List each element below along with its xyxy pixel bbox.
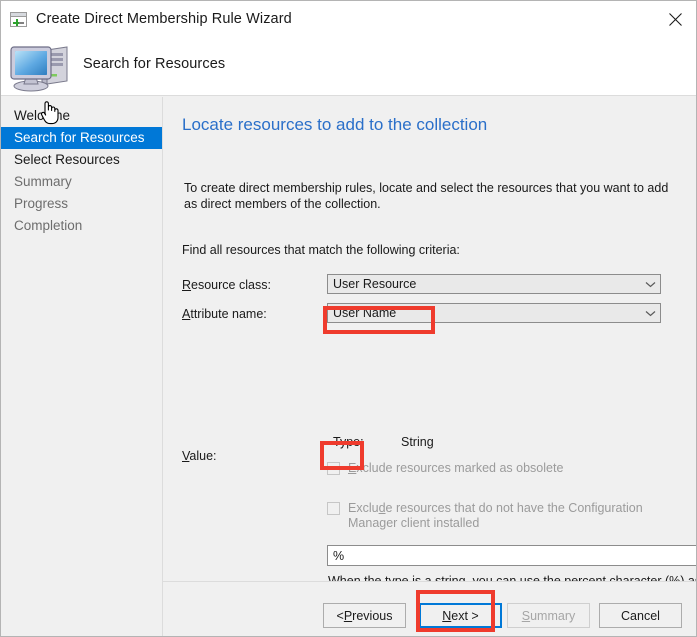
- exclude-obsolete-label: Exclude resources marked as obsolete: [348, 461, 563, 476]
- title-bar: Create Direct Membership Rule Wizard: [1, 1, 697, 37]
- page-title: Locate resources to add to the collectio…: [182, 115, 487, 135]
- summary-button: Summary: [507, 603, 590, 628]
- previous-button-prefix: <: [337, 609, 344, 623]
- sidebar-item-summary: Summary: [1, 171, 162, 193]
- exclude-no-client-label-text: e resources that do not have the Configu…: [348, 501, 643, 530]
- exclude-no-client-accesskey: d: [379, 501, 386, 515]
- attribute-name-label-text: ttribute name:: [190, 307, 266, 321]
- summary-button-accesskey: S: [522, 609, 530, 623]
- criteria-label: Find all resources that match the follow…: [182, 243, 460, 257]
- sidebar-item-label: Select Resources: [14, 152, 120, 167]
- exclude-no-client-label-pre: Exclu: [348, 501, 379, 515]
- header-title: Search for Resources: [83, 56, 225, 72]
- sidebar-item-label: Summary: [14, 174, 72, 189]
- exclude-no-client-checkbox-row: Exclude resources that do not have the C…: [327, 501, 647, 531]
- sidebar-item-select-resources[interactable]: Select Resources: [1, 149, 162, 171]
- window-title: Create Direct Membership Rule Wizard: [36, 11, 292, 27]
- type-value: String: [401, 435, 434, 449]
- resource-class-label: Resource class:: [182, 278, 271, 292]
- cancel-button-label: Cancel: [621, 609, 660, 623]
- value-label-text: alue:: [189, 449, 216, 463]
- previous-button-accesskey: P: [344, 609, 352, 623]
- next-button[interactable]: Next >: [419, 603, 502, 628]
- sidebar-item-welcome[interactable]: Welcome: [1, 105, 162, 127]
- exclude-obsolete-checkbox-row: Exclude resources marked as obsolete: [327, 461, 657, 476]
- wizard-rule-icon: [10, 12, 27, 27]
- exclude-obsolete-checkbox: [327, 462, 340, 475]
- resource-class-dropdown[interactable]: User Resource: [327, 274, 661, 294]
- cancel-button[interactable]: Cancel: [599, 603, 682, 628]
- value-label: Value:: [182, 449, 217, 463]
- header-banner: Search for Resources: [1, 37, 697, 96]
- type-label: Type:: [333, 435, 364, 449]
- attribute-name-value: User Name: [328, 306, 640, 320]
- value-input[interactable]: %: [327, 545, 697, 566]
- computer-icon: [9, 41, 73, 93]
- next-button-label: ext >: [451, 609, 478, 623]
- attribute-name-dropdown[interactable]: User Name: [327, 303, 661, 323]
- wizard-window: Create Direct Membership Rule Wizard: [0, 0, 697, 637]
- page-description: To create direct membership rules, locat…: [184, 180, 671, 212]
- exclude-no-client-checkbox: [327, 502, 340, 515]
- wizard-step-sidebar: Welcome Search for Resources Select Reso…: [1, 97, 162, 637]
- previous-button-label: revious: [352, 609, 392, 623]
- sidebar-item-search-for-resources[interactable]: Search for Resources: [1, 127, 162, 149]
- sidebar-item-label: Completion: [14, 218, 82, 233]
- next-button-accesskey: N: [442, 609, 451, 623]
- sidebar-item-label: Search for Resources: [14, 130, 145, 145]
- sidebar-item-label: Welcome: [14, 108, 70, 123]
- previous-button[interactable]: < Previous: [323, 603, 406, 628]
- close-icon[interactable]: [652, 1, 697, 37]
- resource-class-label-text: esource class:: [191, 278, 271, 292]
- footer-button-bar: < Previous Next > Summary Cancel: [163, 582, 697, 637]
- attribute-name-label: Attribute name:: [182, 307, 267, 321]
- value-input-text: %: [328, 549, 344, 563]
- exclude-obsolete-label-text: xclude resources marked as obsolete: [356, 461, 563, 475]
- summary-button-label: ummary: [530, 609, 575, 623]
- exclude-no-client-label: Exclude resources that do not have the C…: [348, 501, 647, 531]
- sidebar-item-progress: Progress: [1, 193, 162, 215]
- resource-class-value: User Resource: [328, 277, 640, 291]
- resource-class-accesskey: R: [182, 278, 191, 292]
- chevron-down-icon: [640, 281, 660, 288]
- sidebar-item-completion: Completion: [1, 215, 162, 237]
- sidebar-item-label: Progress: [14, 196, 68, 211]
- main-content: Locate resources to add to the collectio…: [163, 97, 697, 581]
- chevron-down-icon: [640, 310, 660, 317]
